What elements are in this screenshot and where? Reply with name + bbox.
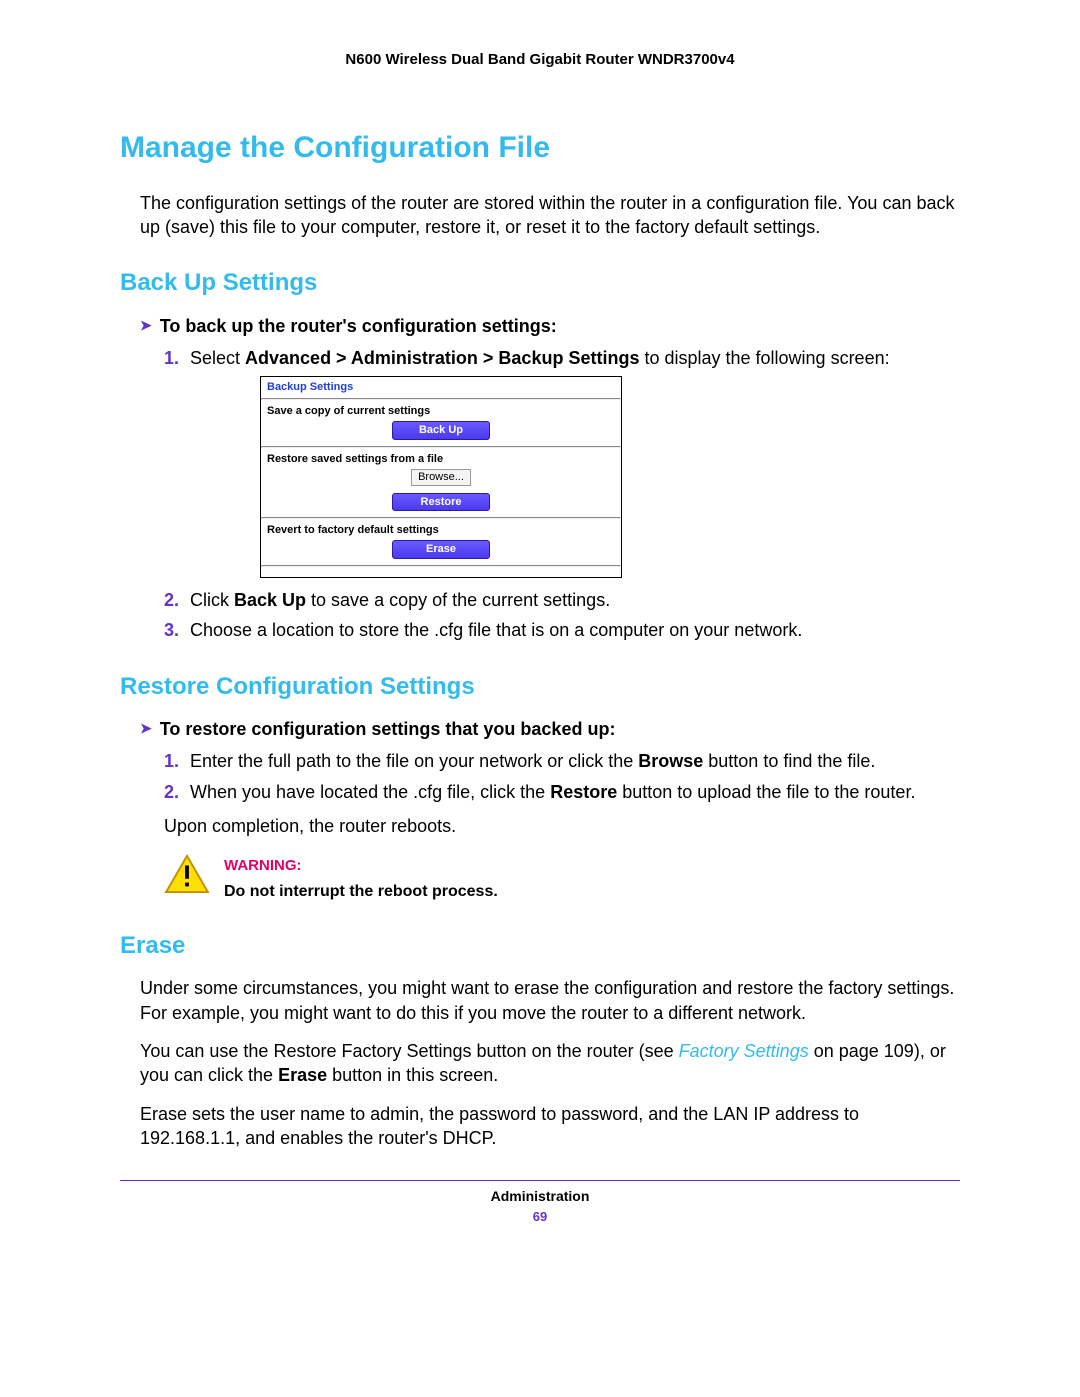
panel-button-row: Back Up: [261, 419, 621, 446]
intro-paragraph: The configuration settings of the router…: [140, 191, 960, 240]
restore-step-1: Enter the full path to the file on your …: [164, 749, 960, 773]
footer-rule: [120, 1180, 960, 1181]
panel-row-save-copy: Save a copy of current settings: [261, 400, 621, 419]
step-text: button to find the file.: [703, 751, 875, 771]
heading-restore: Restore Configuration Settings: [120, 671, 960, 703]
erase-p2-text: button in this screen.: [327, 1065, 498, 1085]
erase-paragraph-1: Under some circumstances, you might want…: [140, 976, 960, 1025]
erase-button[interactable]: Erase: [392, 540, 490, 559]
backup-step-1: Select Advanced > Administration > Backu…: [164, 346, 960, 578]
warning-triangle-icon: [164, 854, 210, 894]
factory-settings-link[interactable]: Factory Settings: [679, 1041, 809, 1061]
step-bold: Restore: [550, 782, 617, 802]
footer: Administration 69: [120, 1187, 960, 1225]
warning-body: Do not interrupt the reboot process.: [224, 881, 498, 903]
step-text: When you have located the .cfg file, cli…: [190, 782, 550, 802]
triangle-bullet-icon: ➤: [140, 717, 152, 739]
task-lead-backup: ➤ To back up the router's configuration …: [140, 314, 960, 338]
restore-step-2: When you have located the .cfg file, cli…: [164, 780, 960, 804]
backup-step-3: Choose a location to store the .cfg file…: [164, 618, 960, 642]
panel-row-restore: Restore saved settings from a file: [261, 448, 621, 467]
step-text: button to upload the file to the router.: [617, 782, 915, 802]
footer-page-number: 69: [120, 1208, 960, 1226]
document-page: N600 Wireless Dual Band Gigabit Router W…: [0, 0, 1080, 1397]
backup-step-2: Click Back Up to save a copy of the curr…: [164, 588, 960, 612]
panel-title: Backup Settings: [261, 377, 621, 398]
step-text: to display the following screen:: [639, 348, 889, 368]
warning-box: WARNING: Do not interrupt the reboot pro…: [164, 854, 960, 902]
task-lead-restore: ➤ To restore configuration settings that…: [140, 717, 960, 741]
step-bold: Back Up: [234, 590, 306, 610]
step-bold: Browse: [638, 751, 703, 771]
erase-p2-text: You can use the Restore Factory Settings…: [140, 1041, 679, 1061]
erase-paragraph-2: You can use the Restore Factory Settings…: [140, 1039, 960, 1088]
restore-button[interactable]: Restore: [392, 493, 490, 512]
heading-backup: Back Up Settings: [120, 267, 960, 299]
panel-button-row: Browse... Restore: [261, 467, 621, 518]
task-lead-text: To restore configuration settings that y…: [160, 717, 616, 741]
step-text: Enter the full path to the file on your …: [190, 751, 638, 771]
erase-bold: Erase: [278, 1065, 327, 1085]
upon-completion-text: Upon completion, the router reboots.: [164, 814, 960, 838]
screenshot-panel-wrap: Backup Settings Save a copy of current s…: [260, 376, 960, 578]
restore-steps: Enter the full path to the file on your …: [164, 749, 960, 804]
page-title-h1: Manage the Configuration File: [120, 128, 960, 169]
browse-button[interactable]: Browse...: [411, 469, 471, 486]
step-text: to save a copy of the current settings.: [306, 590, 610, 610]
step-text: Click: [190, 590, 234, 610]
step-text: Select: [190, 348, 245, 368]
task-lead-text: To back up the router's configuration se…: [160, 314, 557, 338]
panel-button-row: Erase: [261, 538, 621, 565]
doc-header: N600 Wireless Dual Band Gigabit Router W…: [120, 50, 960, 70]
backup-steps: Select Advanced > Administration > Backu…: [164, 346, 960, 643]
footer-section-title: Administration: [120, 1187, 960, 1206]
panel-row-revert: Revert to factory default settings: [261, 519, 621, 538]
triangle-bullet-icon: ➤: [140, 314, 152, 336]
warning-text-group: WARNING: Do not interrupt the reboot pro…: [224, 854, 498, 902]
panel-spacer: [261, 567, 621, 577]
heading-erase: Erase: [120, 930, 960, 962]
backup-settings-panel: Backup Settings Save a copy of current s…: [260, 376, 622, 578]
step-bold: Advanced > Administration > Backup Setti…: [245, 348, 639, 368]
warning-label: WARNING:: [224, 856, 498, 876]
erase-paragraph-3: Erase sets the user name to admin, the p…: [140, 1102, 960, 1151]
back-up-button[interactable]: Back Up: [392, 421, 490, 440]
